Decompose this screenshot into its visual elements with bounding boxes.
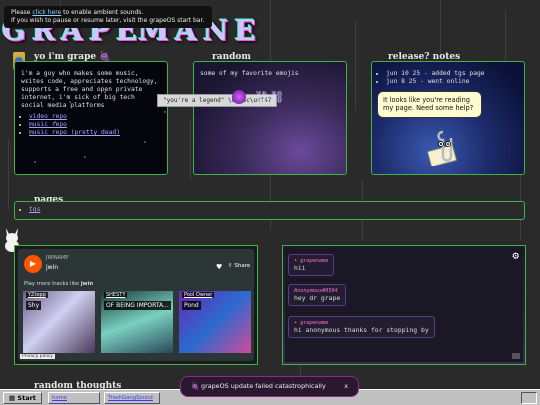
- track-card[interactable]: SHESTY OF BEING IMPORTA...: [101, 291, 173, 353]
- random-panel: some of my favorite emojis: [193, 61, 347, 175]
- music-repo-dead-link[interactable]: music repo (pretty dead): [29, 129, 120, 136]
- pages-panel: tgs: [14, 201, 525, 220]
- tray-area: [521, 392, 537, 404]
- close-icon[interactable]: x: [344, 377, 348, 396]
- play-more-text: Play more tracks like jwin: [24, 281, 94, 287]
- play-button[interactable]: ▶: [24, 255, 42, 273]
- share-button[interactable]: ⇧ Share: [228, 263, 250, 269]
- random-subtitle: some of my favorite emojis: [200, 70, 299, 77]
- taskbar-item-home[interactable]: home: [48, 392, 100, 404]
- ambient-sound-notice: Please click here to enable ambient soun…: [4, 6, 212, 28]
- about-text: i'm a guy who makes some music, writes c…: [21, 70, 158, 109]
- like-heart-icon[interactable]: ♥: [216, 263, 222, 271]
- chat-message: • grapename hi anonymous thanks for stop…: [288, 316, 435, 338]
- swirl-icon: [232, 90, 246, 104]
- release-note-item: jun 10 25 - added tgs page: [386, 70, 524, 78]
- about-panel: i'm a guy who makes some music, writes c…: [14, 61, 168, 175]
- update-failed-toast: 🍇 grapeOS update failed catastrophically…: [180, 376, 359, 397]
- gear-icon[interactable]: ⚙: [512, 249, 519, 262]
- chat-message: Anonymous#8504 hey dr grape: [288, 284, 347, 306]
- soundcloud-player: ▶ JWINAMP jwin ♥ ⇧ Share Play more track…: [18, 249, 254, 361]
- video-repo-link[interactable]: video repo: [29, 113, 67, 120]
- enable-sound-link[interactable]: click here: [32, 9, 61, 16]
- chat-message: • grapename hii: [288, 254, 335, 276]
- artist-name[interactable]: jwin: [46, 264, 58, 271]
- privacy-policy-link[interactable]: Privacy policy: [20, 354, 55, 359]
- music-player-frame: ▶ JWINAMP jwin ♥ ⇧ Share Play more track…: [14, 245, 258, 365]
- track-card[interactable]: Pool Owner Pond: [179, 291, 251, 353]
- page-link-tgs[interactable]: tgs: [29, 206, 40, 213]
- clippy-icon[interactable]: [427, 128, 463, 166]
- chat-scroll-handle[interactable]: [512, 353, 520, 359]
- chat-box: ⚙ • grapename hii Anonymous#8504 hey dr …: [282, 245, 526, 365]
- release-note-item: jun 8 25 - went online: [386, 78, 524, 86]
- grape-icon: 🍇: [191, 382, 199, 390]
- clippy-speech-bubble: It looks like you're reading my page. Ne…: [377, 91, 482, 118]
- music-repo-link[interactable]: music repo: [29, 121, 67, 128]
- track-card[interactable]: YZtopp Shy: [23, 291, 95, 353]
- artist-handle[interactable]: JWINAMP: [46, 255, 68, 261]
- start-button[interactable]: ▦ Start: [3, 392, 42, 404]
- taskbar-item-trashgangsound[interactable]: TrashGangSound: [104, 392, 160, 404]
- chain-icon: ⛓⛓: [254, 90, 285, 104]
